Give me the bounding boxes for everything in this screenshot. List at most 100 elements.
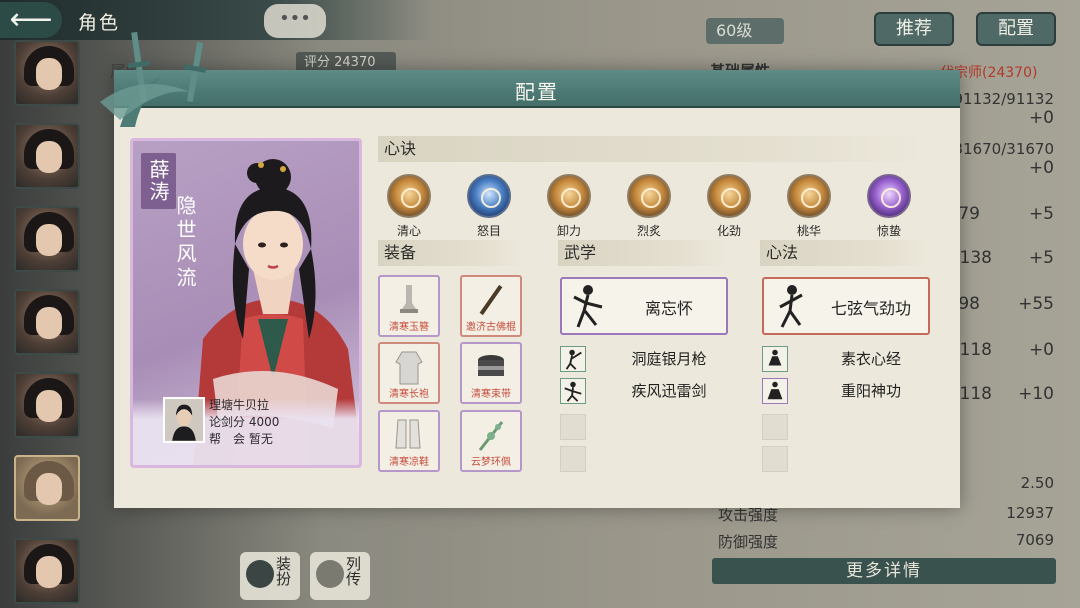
sword-icon	[560, 378, 586, 404]
spear-icon	[560, 346, 586, 372]
skill-label: 化劲	[716, 224, 741, 238]
method-main-name: 七弦气劲功	[830, 299, 911, 318]
chat-bubble-button[interactable]: •••	[264, 4, 326, 38]
config-modal: 配置 薛涛 隐世风流 理塘牛贝拉 论剑分 4000 帮 会 暂无 心诀 清心 怒…	[100, 32, 960, 508]
equip-slot[interactable]: 清寒长袍	[378, 342, 440, 404]
section-equip: 装备	[378, 240, 524, 266]
staff-icon	[479, 284, 503, 316]
martial-main-slot[interactable]: 离忘怀	[560, 277, 728, 335]
stat-value: +10	[1018, 384, 1054, 404]
heart-skill[interactable]: 桃华	[784, 174, 834, 239]
level-badge: 60级	[706, 18, 784, 44]
more-details-button[interactable]: 更多详情	[712, 558, 1056, 584]
tab-label: 装扮	[274, 556, 292, 586]
method-item[interactable]: 素衣心经	[762, 346, 942, 372]
stat-value: 91132/91132	[953, 90, 1055, 108]
guild-info: 帮 会 暂无	[209, 432, 273, 446]
equip-slot[interactable]: 清寒玉簪	[378, 275, 440, 337]
meditation-icon	[762, 378, 788, 404]
tab-costume[interactable]: 装扮	[240, 552, 300, 600]
heart-skill[interactable]: 清心	[384, 174, 434, 239]
stat-value: 118	[959, 384, 992, 404]
stat-value: +55	[1018, 294, 1054, 314]
roster-slot[interactable]	[14, 289, 80, 355]
heart-skill[interactable]: 惊蛰	[864, 174, 914, 239]
method-item[interactable]: 重阳神功	[762, 378, 942, 404]
stat-value: +0	[1028, 158, 1054, 178]
martial-item[interactable]: 疾风迅雷剑	[560, 378, 740, 404]
equip-slot[interactable]: 云梦环佩	[460, 410, 522, 472]
roster-slot[interactable]	[14, 123, 80, 189]
martial-item[interactable]: 洞庭银月枪	[560, 346, 740, 372]
roster-slot-selected[interactable]	[14, 455, 80, 521]
roster-slot[interactable]	[14, 538, 80, 604]
empty-slot[interactable]	[762, 414, 788, 440]
equip-name: 邀济古佛棍	[466, 322, 516, 333]
belt-icon	[478, 355, 504, 376]
player-name: 理塘牛贝拉	[209, 398, 270, 412]
heart-skill[interactable]: 怒目	[464, 174, 514, 239]
empty-slot[interactable]	[560, 414, 586, 440]
empty-slot[interactable]	[560, 446, 586, 472]
empty-slot[interactable]	[762, 446, 788, 472]
arrow-left-icon: ⟵	[9, 2, 53, 37]
stat-value: 98	[958, 294, 980, 314]
hairpin-icon	[400, 285, 418, 313]
tab-biography[interactable]: 列传	[310, 552, 370, 600]
stat-value: 138	[959, 248, 992, 268]
config-button[interactable]: 配置	[976, 12, 1056, 46]
section-martial: 武学	[558, 240, 728, 266]
section-method: 心法	[760, 240, 930, 266]
roster-slot[interactable]	[14, 206, 80, 272]
skill-label: 卸力	[556, 224, 581, 238]
martial-item-name: 疾风迅雷剑	[631, 382, 707, 400]
page-title: 角色	[78, 12, 121, 34]
equip-name: 清寒玉簪	[389, 322, 429, 333]
skill-label: 惊蛰	[876, 224, 901, 238]
equip-name: 云梦环佩	[471, 457, 511, 468]
stat-value: 118	[959, 340, 992, 360]
skill-label: 怒目	[476, 224, 501, 238]
method-item-name: 重阳神功	[840, 382, 901, 400]
heart-skill[interactable]: 烈炙	[624, 174, 674, 239]
roster-slot[interactable]	[14, 40, 80, 106]
skill-orb-icon	[387, 174, 431, 218]
recommend-button[interactable]: 推荐	[874, 12, 954, 46]
equip-name: 清寒凉鞋	[389, 457, 429, 468]
back-button[interactable]: ⟵	[0, 2, 62, 38]
stat-value: +0	[1028, 108, 1054, 128]
equip-slot[interactable]: 清寒束带	[460, 342, 522, 404]
stat-number: 7069	[1015, 531, 1054, 549]
character-title: 隐世风流	[173, 195, 197, 291]
skill-label: 桃华	[796, 224, 821, 238]
meditation-icon	[762, 346, 788, 372]
stat-value: +5	[1028, 248, 1054, 268]
skill-orb-icon	[467, 174, 511, 218]
biography-icon	[316, 560, 344, 588]
sword-score: 论剑分 4000	[209, 415, 280, 429]
skill-orb-icon	[627, 174, 671, 218]
skill-orb-icon	[787, 174, 831, 218]
stat-label: 防御强度	[718, 533, 779, 551]
heart-skill[interactable]: 卸力	[544, 174, 594, 239]
roster-slot[interactable]	[14, 372, 80, 438]
stat-value: +0	[1028, 340, 1054, 360]
stat-value: 79	[958, 204, 980, 224]
robe-icon	[395, 351, 423, 385]
heart-skill[interactable]: 化劲	[704, 174, 754, 239]
equip-slot[interactable]: 邀济古佛棍	[460, 275, 522, 337]
boots-icon	[395, 419, 421, 449]
stat-row: 防御强度 7069	[718, 531, 1054, 555]
tab-label: 列传	[344, 556, 362, 586]
equip-name: 清寒长袍	[389, 389, 429, 400]
pendant-icon	[478, 421, 504, 451]
stat-number: 12937	[1006, 504, 1054, 522]
method-main-slot[interactable]: 七弦气劲功	[762, 277, 930, 335]
method-figure-icon	[779, 285, 803, 328]
skill-orb-icon	[707, 174, 751, 218]
skill-orb-icon	[547, 174, 591, 218]
martial-figure-icon	[573, 285, 603, 328]
martial-item-name: 洞庭银月枪	[631, 350, 707, 368]
sword-decoration-icon	[100, 32, 207, 127]
equip-slot[interactable]: 清寒凉鞋	[378, 410, 440, 472]
